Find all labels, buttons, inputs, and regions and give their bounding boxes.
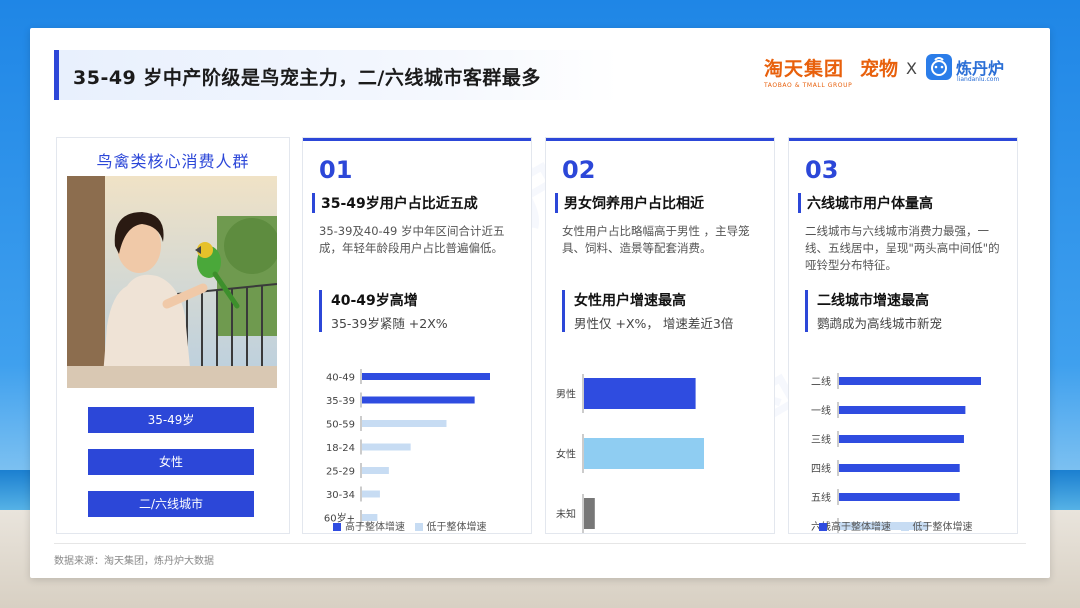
- data-source: 数据来源：淘天集团，炼丹炉大数据: [54, 556, 214, 567]
- brand-ldl-en: liandanlu.com: [957, 76, 1000, 83]
- footer-divider: [54, 543, 1026, 544]
- city-bar-chart: 二线一线三线四线五线六线: [811, 373, 981, 533]
- brand-tmall-logo: 淘天集团 TAOBAO & TMALL GROUP: [764, 54, 852, 94]
- brand-tmall-name: 淘天集团: [764, 58, 845, 80]
- persona-photo: [67, 176, 277, 388]
- tick-label: 35-39: [326, 396, 355, 407]
- age-panel: 01 35-49岁用户占比近五成 35-39及40-49 岁中年区间合计近五成，…: [302, 137, 532, 534]
- tick-label: 18-24: [326, 443, 355, 454]
- legend-low-label: 低于整体增速: [426, 522, 487, 533]
- bar: [362, 490, 380, 498]
- legend-high-swatch: [333, 523, 341, 531]
- tick-label: 男性: [556, 388, 576, 401]
- page-title: 35-49 岁中产阶级是鸟宠主力，二/六线城市客群最多: [73, 67, 541, 89]
- persona-tag-city: 二/六线城市: [88, 491, 254, 517]
- age-bar-chart: 40-4935-3950-5918-2425-2930-3460岁+: [324, 369, 490, 525]
- tick-label: 40-49: [326, 373, 355, 384]
- tick-label: 五线: [811, 491, 831, 504]
- gender-bar-chart: 男性女性未知: [556, 374, 704, 533]
- city-panel: 03 六线城市用户体量高 二线城市与六线城市消费力最强，一线、五线居中，呈现"两…: [788, 137, 1018, 534]
- bar: [839, 493, 960, 501]
- tick-label: 25-29: [326, 467, 355, 478]
- legend-high-label: 高于整体增速: [345, 522, 405, 533]
- persona-panel: 鸟禽类核心消费人群 35-49岁 女性 二/六线城市: [56, 137, 290, 534]
- bar: [839, 406, 966, 414]
- bar: [362, 443, 411, 451]
- legend-low-label: 低于整体增速: [912, 522, 973, 533]
- legend-low-swatch: [900, 523, 909, 531]
- legend-high-swatch: [819, 523, 827, 531]
- bar: [839, 377, 981, 385]
- tick-label: 女性: [556, 448, 576, 461]
- bar: [362, 420, 447, 427]
- age-chart-legend: 高于整体增速 低于整体增速: [333, 518, 487, 533]
- tick-label: 30-34: [326, 490, 355, 501]
- bar: [584, 438, 704, 469]
- title-bar: 35-49 岁中产阶级是鸟宠主力，二/六线城市客群最多: [54, 50, 619, 100]
- brand-pet: 宠物: [860, 58, 899, 80]
- tick-label: 四线: [811, 462, 831, 475]
- bar: [839, 464, 960, 472]
- city-chart-legend: 高于整体增速 低于整体增速: [819, 518, 973, 533]
- bar: [839, 435, 964, 443]
- tick-label: 二线: [811, 375, 831, 388]
- legend-low-swatch: [414, 523, 423, 531]
- bar: [584, 498, 595, 529]
- tick-label: 一线: [811, 404, 831, 417]
- report-card: 炼丹炉 炼丹炉 35-49 岁中产阶级是鸟宠主力，二/六线城市客群最多 淘天集团…: [30, 28, 1050, 578]
- ldl-icon: [926, 54, 952, 80]
- persona-tag-age: 35-49岁: [88, 407, 254, 433]
- bar: [584, 378, 696, 409]
- gender-panel: 02 男女饲养用户占比相近 女性用户占比略幅高于男性 ，主导笼具、饲料、造景等配…: [545, 137, 775, 534]
- persona-tag-gender: 女性: [88, 449, 254, 475]
- bar: [362, 373, 490, 380]
- tick-label: 未知: [556, 508, 576, 521]
- persona-title: 鸟禽类核心消费人群: [96, 152, 250, 171]
- brand-tmall-en: TAOBAO & TMALL GROUP: [764, 82, 853, 89]
- bar: [362, 467, 389, 474]
- tick-label: 三线: [811, 433, 831, 446]
- bar: [362, 396, 475, 404]
- legend-high-label: 高于整体增速: [831, 522, 891, 533]
- brand-x: X: [906, 59, 917, 78]
- tick-label: 50-59: [326, 420, 355, 431]
